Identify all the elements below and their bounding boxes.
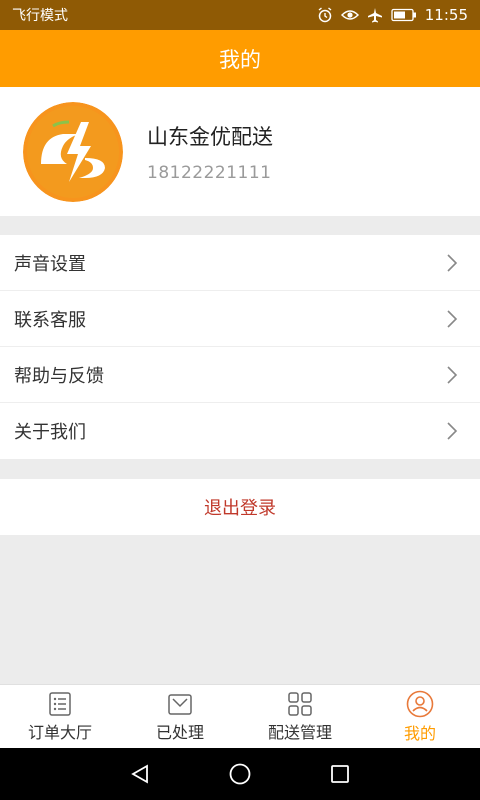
tab-mine[interactable]: 我的 <box>360 685 480 748</box>
status-bar: 飞行模式 11:55 <box>0 0 480 30</box>
chevron-right-icon <box>447 309 458 328</box>
profile-card[interactable]: 山东金优配送 18122221111 <box>0 87 480 216</box>
tab-delivery-management[interactable]: 配送管理 <box>240 685 360 748</box>
menu-item-sound-settings[interactable]: 声音设置 <box>0 235 480 291</box>
logout-label: 退出登录 <box>204 498 276 519</box>
menu-item-help-feedback[interactable]: 帮助与反馈 <box>0 347 480 403</box>
chevron-right-icon <box>447 253 458 272</box>
page-header: 我的 <box>0 30 480 87</box>
profile-info: 山东金优配送 18122221111 <box>147 121 273 183</box>
chevron-right-icon <box>447 365 458 384</box>
status-mode: 飞行模式 <box>12 8 68 24</box>
processed-icon <box>168 693 192 715</box>
tab-label: 订单大厅 <box>27 722 92 742</box>
tab-processed[interactable]: 已处理 <box>120 685 240 748</box>
menu-item-label: 联系客服 <box>14 309 86 331</box>
menu-item-label: 关于我们 <box>14 422 86 443</box>
status-time: 11:55 <box>424 6 468 24</box>
page-title: 我的 <box>219 47 261 72</box>
home-icon[interactable] <box>220 754 260 794</box>
status-icons: 11:55 <box>317 6 468 24</box>
recent-apps-icon[interactable] <box>320 754 360 794</box>
profile-phone: 18122221111 <box>147 162 272 183</box>
bottom-tab-bar: 订单大厅 已处理 配送管理 我的 <box>0 684 480 748</box>
tab-order-hall[interactable]: 订单大厅 <box>0 685 120 748</box>
tab-label: 配送管理 <box>267 722 332 742</box>
menu-item-contact-service[interactable]: 联系客服 <box>0 291 480 347</box>
airplane-icon <box>367 7 383 23</box>
tab-label: 我的 <box>403 723 436 743</box>
settings-menu: 声音设置 联系客服 帮助与反馈 关于我们 <box>0 235 480 459</box>
avatar <box>23 101 123 202</box>
system-nav-bar <box>0 748 480 800</box>
user-icon <box>406 690 434 717</box>
alarm-icon <box>317 7 333 23</box>
battery-icon <box>391 8 417 22</box>
menu-item-label: 声音设置 <box>14 253 86 275</box>
profile-name: 山东金优配送 <box>147 124 273 149</box>
eye-icon <box>340 8 359 22</box>
menu-item-label: 帮助与反馈 <box>14 365 104 387</box>
tab-label: 已处理 <box>155 722 204 742</box>
logout-button[interactable]: 退出登录 <box>0 479 480 535</box>
grid-icon <box>288 691 312 716</box>
back-icon[interactable] <box>120 754 160 794</box>
order-list-icon <box>49 691 71 716</box>
menu-item-about-us[interactable]: 关于我们 <box>0 403 480 459</box>
chevron-right-icon <box>447 422 458 440</box>
